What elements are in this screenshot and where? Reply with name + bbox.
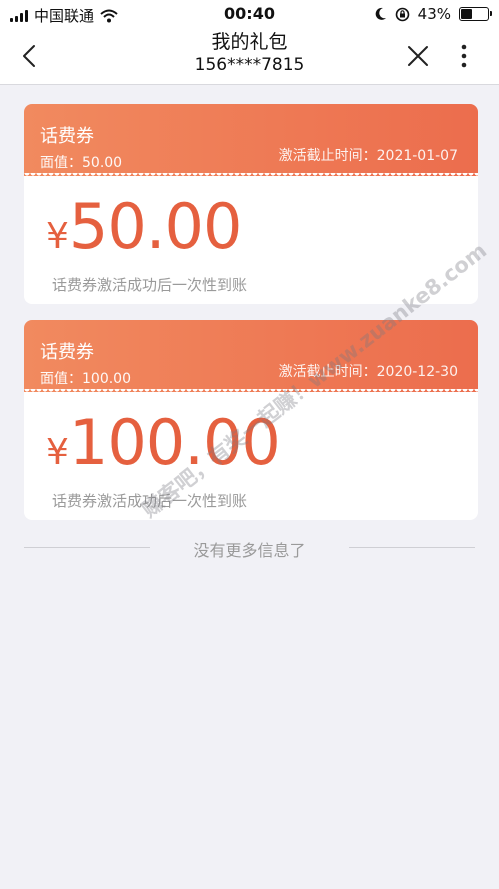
coupon-body: ¥ 50.00 话费券激活成功后一次性到账 (24, 173, 478, 304)
rotation-lock-icon (395, 7, 409, 21)
coupon-amount: ¥ 50.00 (46, 190, 242, 263)
battery-fill (461, 9, 473, 19)
coupon-expire-date: 激活截止时间：2021-01-07 (278, 148, 458, 164)
coupon-face-value: 面值：100.00 (40, 371, 131, 387)
coupon-header: 话费券 面值：100.00 激活截止时间：2020-12-30 (24, 320, 478, 392)
coupon-name: 话费券 (40, 126, 94, 147)
moon-icon (375, 7, 386, 20)
coupon-face-value: 面值：50.00 (40, 155, 123, 171)
divider-line-right (349, 547, 475, 548)
battery-icon (459, 7, 492, 21)
currency-symbol: ¥ (46, 216, 69, 257)
close-icon[interactable] (404, 42, 432, 70)
no-more-info-text: 没有更多信息了 (193, 541, 306, 560)
battery-percent: 43% (417, 5, 451, 23)
coupon-name: 话费券 (40, 342, 94, 363)
status-bar: 中国联通 00:40 43% (0, 0, 499, 28)
currency-symbol: ¥ (46, 432, 69, 473)
end-of-list-divider: 没有更多信息了 (0, 533, 499, 563)
more-vertical-icon[interactable] (452, 40, 476, 72)
status-right: 43% (375, 5, 492, 23)
amount-value: 50.00 (68, 190, 242, 263)
coupon-header: 话费券 面值：50.00 激活截止时间：2021-01-07 (24, 104, 478, 176)
nav-bar: 我的礼包 156****7815 (0, 28, 499, 85)
coupon-description: 话费券激活成功后一次性到账 (52, 276, 248, 294)
